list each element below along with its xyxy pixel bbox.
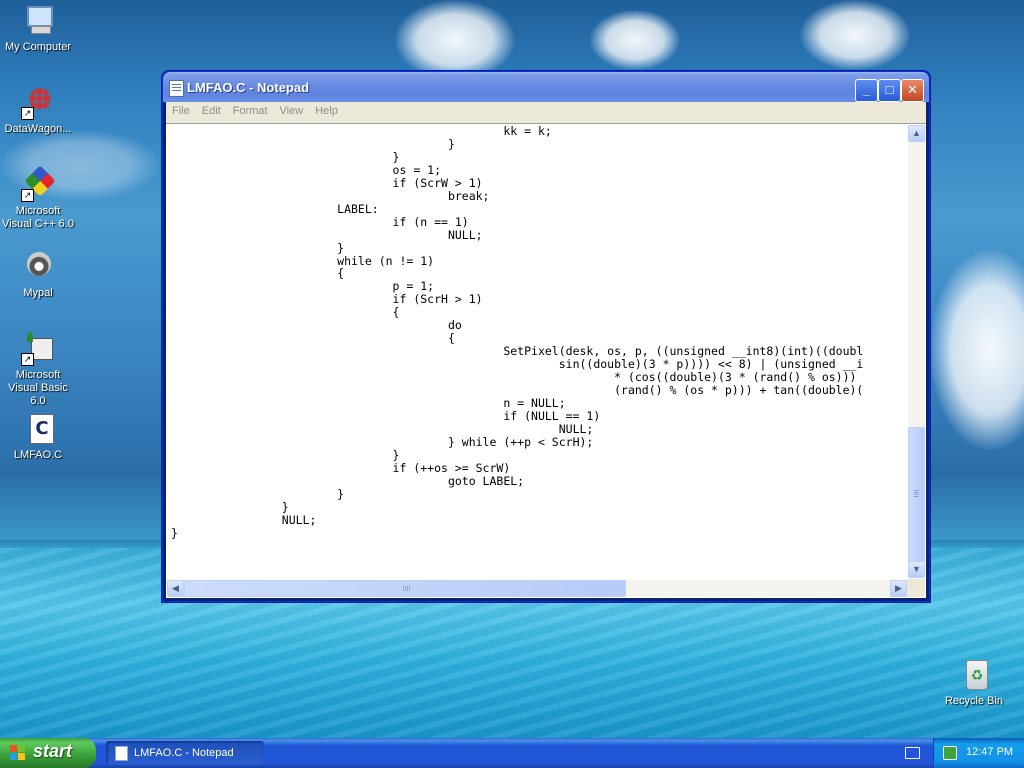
desktop-icon-mypal[interactable]: Mypal [0, 250, 76, 300]
scroll-down-button[interactable]: ▼ [908, 561, 925, 578]
menu-file[interactable]: File [166, 102, 196, 117]
network-icon[interactable] [943, 746, 957, 760]
menu-help[interactable]: Help [309, 102, 344, 117]
vertical-scroll-thumb[interactable] [908, 427, 925, 562]
desktop-icon-lmfao-c[interactable]: C LMFAO.C [0, 412, 76, 462]
notepad-icon [169, 80, 184, 97]
notepad-icon [115, 746, 128, 761]
scroll-grip [403, 586, 404, 591]
size-grip[interactable] [907, 579, 925, 597]
system-tray: 12:47 PM [933, 738, 1024, 768]
window-frame: File Edit Format View Help kk = k; } } o… [166, 102, 926, 598]
horizontal-scrollbar[interactable]: ◀ ▶ [167, 580, 907, 597]
windows-logo-icon [10, 745, 27, 761]
title-bar[interactable]: LMFAO.C - Notepad _ □ ✕ [163, 72, 929, 102]
menu-edit[interactable]: Edit [196, 102, 227, 117]
recycle-bin-icon: ♻ [957, 658, 991, 692]
notepad-window: LMFAO.C - Notepad _ □ ✕ File Edit Format Vi… [162, 71, 930, 602]
keyboard-icon[interactable] [905, 747, 920, 759]
my-computer-icon [21, 4, 55, 38]
horizontal-scroll-thumb[interactable] [184, 580, 626, 597]
cloud [395, 0, 515, 80]
menu-view[interactable]: View [274, 102, 310, 117]
datawagon-icon: ↗ [21, 86, 55, 120]
vertical-scrollbar[interactable]: ▲ ▼ [908, 125, 925, 578]
desktop-icon-label: Microsoft Visual Basic 6.0 [8, 369, 68, 407]
cloud [590, 10, 680, 70]
close-button[interactable]: ✕ [901, 79, 924, 102]
start-label: start [33, 741, 73, 761]
taskbar: start LMFAO.C - Notepad 12:47 PM [0, 738, 1024, 768]
start-button[interactable]: start [0, 738, 96, 768]
window-title: LMFAO.C - Notepad [187, 80, 310, 95]
desktop-icon-label: DataWagon... [4, 123, 72, 135]
desktop-icon-label: Recycle Bin [944, 695, 1004, 707]
c-file-icon: C [21, 412, 55, 446]
code-text[interactable]: kk = k; } } os = 1; if (ScrW > 1) break;… [171, 125, 906, 580]
minimize-button[interactable]: _ [855, 79, 878, 102]
shortcut-arrow-icon: ↗ [21, 353, 34, 366]
scroll-grip [914, 490, 919, 491]
scroll-right-button[interactable]: ▶ [890, 580, 907, 597]
desktop-icon-my-computer[interactable]: My Computer [0, 4, 76, 54]
taskbar-button-label: LMFAO.C - Notepad [134, 747, 234, 759]
desktop-icon-recycle-bin[interactable]: ♻ Recycle Bin [936, 658, 1012, 708]
desktop-icon-label: LMFAO.C [13, 449, 63, 461]
scroll-up-button[interactable]: ▲ [908, 125, 925, 142]
desktop-icon-visual-basic[interactable]: ↗ Microsoft Visual Basic 6.0 [0, 332, 76, 408]
taskbar-button-notepad[interactable]: LMFAO.C - Notepad [106, 741, 264, 765]
maximize-button[interactable]: □ [878, 79, 901, 102]
shortcut-arrow-icon: ↗ [21, 189, 34, 202]
desktop-icon-label: Mypal [23, 287, 53, 299]
desktop-icon-label: Microsoft Visual C++ 6.0 [2, 205, 74, 230]
cloud [930, 250, 1024, 450]
shortcut-arrow-icon: ↗ [21, 107, 34, 120]
cloud [800, 0, 910, 70]
visual-basic-icon: ↗ [21, 332, 55, 366]
scroll-left-button[interactable]: ◀ [167, 580, 184, 597]
menu-bar: File Edit Format View Help [166, 102, 926, 122]
mypal-icon [21, 250, 55, 284]
menu-format[interactable]: Format [227, 102, 274, 117]
text-editor[interactable]: kk = k; } } os = 1; if (ScrW > 1) break;… [166, 123, 926, 598]
desktop-icon-datawagon[interactable]: ↗ DataWagon... [0, 86, 76, 136]
visual-cpp-icon: ↗ [21, 165, 56, 202]
desktop-icon-label: My Computer [4, 41, 72, 53]
desktop-icon-visual-cpp[interactable]: ↗ Microsoft Visual C++ 6.0 [0, 165, 76, 231]
clock: 12:47 PM [966, 746, 1014, 758]
